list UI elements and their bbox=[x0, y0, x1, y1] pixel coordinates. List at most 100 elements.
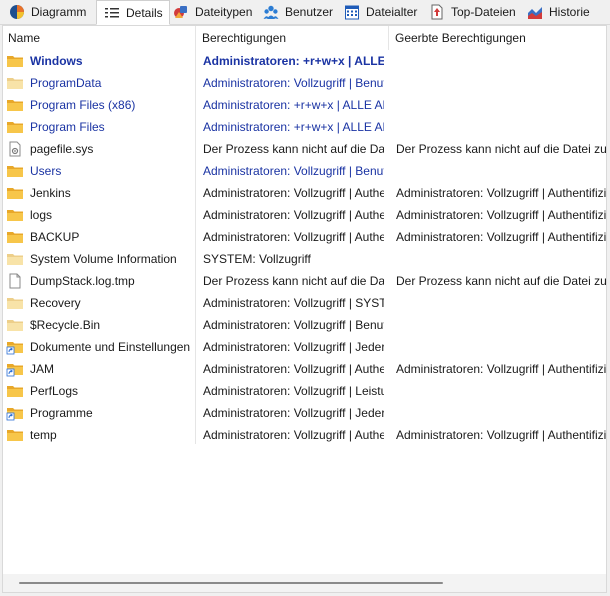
inherited-permissions-cell bbox=[396, 292, 606, 314]
item-name: Program Files (x86) bbox=[30, 98, 136, 112]
folder-icon bbox=[7, 386, 23, 397]
folder-icon bbox=[7, 166, 23, 177]
item-name: JAM bbox=[30, 362, 54, 376]
folder-icon bbox=[7, 122, 23, 133]
inherited-permissions-cell: Administratoren: Vollzugriff | Authentif… bbox=[396, 362, 607, 376]
tab-historie[interactable]: Historie bbox=[520, 1, 596, 23]
table-row[interactable]: temp Administratoren: Vollzugriff | Authe… bbox=[3, 424, 606, 446]
table-row[interactable]: ProgramData Administratoren: Vollzugriff … bbox=[3, 72, 606, 94]
table-row[interactable]: pagefile.sys Der Prozess kann nicht auf d… bbox=[3, 138, 606, 160]
item-name: Programme bbox=[30, 406, 93, 420]
permissions-cell: Der Prozess kann nicht auf die Datei zug… bbox=[203, 142, 384, 156]
table-row[interactable]: DumpStack.log.tmp Der Prozess kann nicht … bbox=[3, 270, 606, 292]
inherited-permissions-cell: Administratoren: Vollzugriff | Authentif… bbox=[396, 208, 607, 222]
inherited-permissions-cell bbox=[396, 336, 606, 358]
item-name: Windows bbox=[30, 54, 83, 68]
tab-benutzer[interactable]: Benutzer bbox=[256, 1, 339, 23]
table-row[interactable]: Recovery Administratoren: Vollzugriff | S… bbox=[3, 292, 606, 314]
permissions-cell: Administratoren: Vollzugriff | Benutzer bbox=[203, 76, 384, 90]
name-cell: BACKUP bbox=[3, 226, 195, 248]
folder-icon bbox=[7, 188, 23, 199]
inherited-permissions-cell: Administratoren: Vollzugriff | Authentif… bbox=[396, 186, 607, 200]
tab-top-dateien[interactable]: Top-Dateien bbox=[422, 1, 522, 23]
table-row[interactable]: JAM Administratoren: Vollzugriff | Authen… bbox=[3, 358, 606, 380]
item-name: logs bbox=[30, 208, 53, 222]
permissions-cell: Administratoren: Vollzugriff | Authentif… bbox=[203, 186, 384, 200]
item-name: pagefile.sys bbox=[30, 142, 94, 156]
table-row[interactable]: Users Administratoren: Vollzugriff | Benu… bbox=[3, 160, 606, 182]
inherited-permissions-cell bbox=[396, 160, 606, 182]
permissions-cell: Administratoren: Vollzugriff | Leistungs… bbox=[203, 384, 384, 398]
file-icon bbox=[9, 273, 21, 289]
folder-icon bbox=[7, 56, 23, 67]
column-header: Name Berechtigungen Geerbte Berechtigung… bbox=[3, 26, 606, 50]
column-header-inherited[interactable]: Geerbte Berechtigungen bbox=[390, 26, 526, 50]
column-divider[interactable] bbox=[388, 26, 389, 50]
name-cell: Programme bbox=[3, 402, 195, 424]
name-cell: logs bbox=[3, 204, 195, 226]
name-cell: Windows bbox=[3, 50, 195, 72]
table-row[interactable]: BACKUP Administratoren: Vollzugriff | Aut… bbox=[3, 226, 606, 248]
permissions-cell: Administratoren: +r+w+x | ALLE ANWENDUNG… bbox=[203, 54, 384, 68]
table-row[interactable]: Jenkins Administratoren: Vollzugriff | Au… bbox=[3, 182, 606, 204]
name-cell: PerfLogs bbox=[3, 380, 195, 402]
permissions-cell: Administratoren: Vollzugriff | Benutzer bbox=[203, 318, 384, 332]
inherited-permissions-cell bbox=[396, 94, 606, 116]
permissions-cell: Administratoren: Vollzugriff | SYSTEM bbox=[203, 296, 384, 310]
tab-dateitypen[interactable]: Dateitypen bbox=[166, 1, 258, 23]
tab-diagramm[interactable]: Diagramm bbox=[2, 1, 92, 23]
system-file-icon bbox=[9, 141, 21, 157]
details-list-icon bbox=[105, 7, 119, 17]
scrollbar-thumb[interactable] bbox=[19, 582, 443, 584]
item-name: Program Files bbox=[30, 120, 105, 134]
inherited-permissions-cell: Administratoren: Vollzugriff | Authentif… bbox=[396, 230, 607, 244]
tab-label: Top-Dateien bbox=[451, 5, 516, 19]
inherited-permissions-cell bbox=[396, 314, 606, 336]
calendar-icon bbox=[345, 5, 359, 20]
pie-chart-icon bbox=[10, 5, 24, 19]
item-name: Dokumente und Einstellungen bbox=[30, 340, 191, 354]
table-row[interactable]: Dokumente und Einstellungen Administrator… bbox=[3, 336, 606, 358]
history-chart-icon bbox=[528, 7, 542, 19]
folder-icon bbox=[7, 210, 23, 221]
item-name: temp bbox=[30, 428, 57, 442]
permissions-cell: Administratoren: Vollzugriff | Benutzer bbox=[203, 164, 384, 178]
permissions-cell: Administratoren: Vollzugriff | Authentif… bbox=[203, 230, 384, 244]
table-row[interactable]: logs Administratoren: Vollzugriff | Authe… bbox=[3, 204, 606, 226]
table-row[interactable]: PerfLogs Administratoren: Vollzugriff | L… bbox=[3, 380, 606, 402]
tab-label: Historie bbox=[549, 5, 590, 19]
column-header-permissions[interactable]: Berechtigungen bbox=[197, 26, 286, 50]
folder-shortcut-icon bbox=[6, 364, 23, 377]
name-cell: DumpStack.log.tmp bbox=[3, 270, 195, 292]
item-name: Jenkins bbox=[30, 186, 71, 200]
permissions-cell: Administratoren: +r+w+x | ALLE ANWENDUNG… bbox=[203, 120, 384, 134]
column-header-name[interactable]: Name bbox=[3, 26, 40, 50]
inherited-permissions-cell: Der Prozess kann nicht auf die Datei zug… bbox=[396, 142, 607, 156]
folder-shortcut-icon bbox=[6, 342, 23, 355]
inherited-permissions-cell bbox=[396, 248, 606, 270]
permissions-cell: Administratoren: Vollzugriff | Authentif… bbox=[203, 362, 384, 376]
inherited-permissions-cell bbox=[396, 116, 606, 138]
table-row[interactable]: Program Files (x86) Administratoren: +r+w… bbox=[3, 94, 606, 116]
permissions-cell: Administratoren: Vollzugriff | Jeder bbox=[203, 406, 384, 420]
inherited-permissions-cell bbox=[396, 402, 606, 424]
details-panel: Name Berechtigungen Geerbte Berechtigung… bbox=[2, 25, 607, 593]
table-row[interactable]: Programme Administratoren: Vollzugriff | … bbox=[3, 402, 606, 424]
tab-label: Dateitypen bbox=[195, 5, 253, 19]
item-name: Users bbox=[30, 164, 62, 178]
tab-dateialter[interactable]: Dateialter bbox=[337, 1, 423, 23]
permissions-cell: Administratoren: +r+w+x | ALLE ANWENDUNG… bbox=[203, 98, 384, 112]
permissions-cell: SYSTEM: Vollzugriff bbox=[203, 252, 311, 266]
table-row[interactable]: Windows Administratoren: +r+w+x | ALLE AN… bbox=[3, 50, 606, 72]
tab-details[interactable]: Details bbox=[96, 0, 170, 25]
horizontal-scrollbar[interactable] bbox=[3, 574, 606, 592]
tab-bar: Diagramm Details Dateitypen Benutzer Dat… bbox=[0, 0, 610, 25]
folder-shortcut-icon bbox=[6, 408, 23, 421]
folder-light-icon bbox=[7, 254, 23, 265]
table-row[interactable]: Program Files Administratoren: +r+w+x | A… bbox=[3, 116, 606, 138]
item-name: Recovery bbox=[30, 296, 81, 310]
tab-label: Diagramm bbox=[31, 5, 87, 19]
table-row[interactable]: $Recycle.Bin Administratoren: Vollzugriff… bbox=[3, 314, 606, 336]
top-files-icon bbox=[431, 4, 443, 20]
table-row[interactable]: System Volume Information SYSTEM: Vollzug… bbox=[3, 248, 606, 270]
